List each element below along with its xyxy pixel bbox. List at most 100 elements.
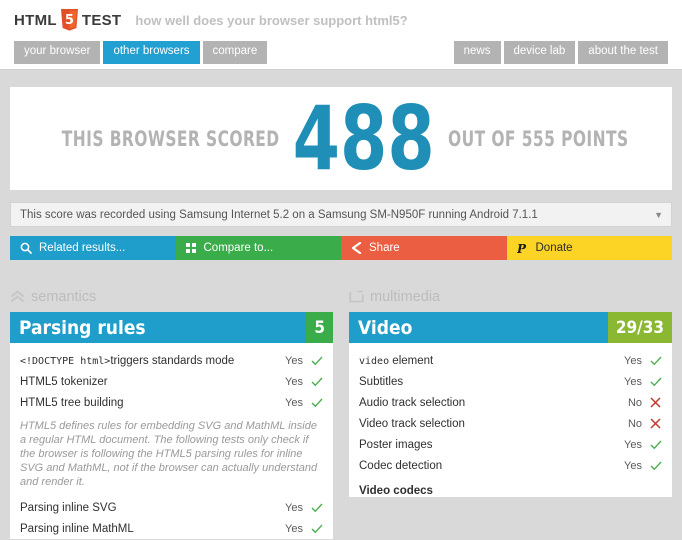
score-source-text: This score was recorded using Samsung In… [20, 208, 538, 221]
row-value: Yes [624, 354, 642, 367]
score-value: 488 [292, 86, 435, 190]
logo-text-pre: HTML [14, 11, 57, 29]
row-label: Audio track selection [359, 396, 466, 409]
primary-nav: your browser other browsers compare [14, 41, 270, 64]
check-icon [310, 524, 323, 534]
table-row: Codec detection Yes [359, 455, 662, 476]
logo-text-post: TEST [81, 11, 122, 29]
parsing-rules-note: HTML5 defines rules for embedding SVG an… [20, 420, 318, 488]
row-label: Parsing inline MathML [20, 522, 134, 535]
nav-news[interactable]: news [453, 41, 501, 64]
cross-icon [649, 397, 662, 408]
html5test-logo[interactable]: HTML 5 TEST [14, 9, 121, 31]
nav-device-lab[interactable]: device lab [503, 41, 576, 64]
score-prefix-label: THIS BROWSER SCORED [61, 126, 280, 151]
table-row: HTML5 tokenizer Yes [20, 371, 323, 392]
table-row: Parsing inline SVG Yes [20, 497, 323, 518]
row-label: Parsing inline SVG [20, 501, 117, 514]
check-icon [310, 377, 323, 387]
related-results-label: Related results... [39, 242, 126, 254]
score-source-select[interactable]: This score was recorded using Samsung In… [10, 202, 672, 227]
svg-text:P: P [517, 242, 527, 255]
row-value: Yes [285, 396, 303, 409]
section-parsing-rules-score: 5 [306, 312, 333, 343]
row-label: Video track selection [359, 417, 465, 430]
tab-compare[interactable]: compare [202, 41, 268, 64]
table-row: Parsing inline MathML Yes [20, 518, 323, 539]
row-label: Subtitles [359, 375, 404, 388]
related-results-button[interactable]: Related results... [10, 236, 176, 260]
row-code: <!DOCTYPE html> [20, 355, 111, 367]
row-code: video [359, 355, 390, 367]
column-multimedia: multimedia Video 29/33 video element Yes… [349, 288, 672, 539]
category-semantics: semantics [10, 288, 333, 306]
cross-icon [649, 418, 662, 429]
row-value: No [627, 396, 642, 409]
row-value: Yes [285, 501, 303, 514]
compare-to-button[interactable]: Compare to... [175, 236, 341, 260]
tagline: how well does your browser support html5… [135, 12, 408, 28]
check-icon [649, 461, 662, 471]
row-label: Poster images [359, 438, 433, 451]
compare-to-label: Compare to... [203, 242, 274, 254]
score-inner: THIS BROWSER SCORED 488 OUT OF 555 POINT… [14, 86, 669, 190]
row-value: No [627, 417, 642, 430]
chevron-down-icon: ▼ [654, 209, 663, 220]
html5-shield-icon: 5 [60, 9, 79, 31]
page-header: HTML 5 TEST how well does your browser s… [0, 0, 682, 70]
results-columns: semantics Parsing rules 5 <!DOCTYPE html… [10, 288, 672, 539]
page-content: THIS BROWSER SCORED 488 OUT OF 555 POINT… [0, 87, 682, 539]
section-video-score: 29/33 [607, 312, 672, 343]
row-label: <!DOCTYPE html>triggers standards mode [20, 355, 285, 367]
row-spacer [20, 343, 323, 350]
section-video[interactable]: Video 29/33 [349, 312, 672, 343]
double-chevron-up-icon [10, 290, 25, 304]
nav-about-the-test[interactable]: about the test [578, 41, 668, 64]
table-row: Poster images Yes [359, 434, 662, 455]
score-panel: THIS BROWSER SCORED 488 OUT OF 555 POINT… [10, 87, 672, 190]
check-icon [310, 398, 323, 408]
category-multimedia: multimedia [349, 288, 672, 306]
brand-line: HTML 5 TEST how well does your browser s… [14, 8, 668, 32]
paypal-icon: P [517, 242, 529, 255]
secondary-nav: news device lab about the test [451, 41, 668, 64]
table-row: video element Yes [359, 350, 662, 371]
section-parsing-rules[interactable]: Parsing rules 5 [10, 312, 333, 343]
table-row: Subtitles Yes [359, 371, 662, 392]
share-label: Share [369, 242, 400, 254]
row-value: Yes [624, 438, 642, 451]
table-row: Video track selection No [359, 413, 662, 434]
table-row: HTML5 tree building Yes [20, 392, 323, 413]
check-icon [649, 356, 662, 366]
check-icon [649, 440, 662, 450]
row-label-text: element [389, 354, 434, 367]
row-value: Yes [285, 354, 303, 367]
row-value: Yes [285, 522, 303, 535]
svg-text:5: 5 [65, 13, 74, 28]
tab-other-browsers[interactable]: other browsers [103, 41, 200, 64]
category-multimedia-label: multimedia [370, 289, 441, 305]
video-codecs-subheading: Video codecs [359, 485, 433, 497]
check-icon [310, 503, 323, 513]
grid-icon [185, 242, 197, 254]
row-label: Codec detection [359, 459, 443, 472]
search-icon [20, 242, 32, 254]
row-label: video element [359, 355, 624, 367]
share-button[interactable]: Share [341, 236, 507, 260]
monitor-icon [349, 290, 364, 304]
category-semantics-label: semantics [31, 289, 97, 305]
score-suffix-label: OUT OF 555 POINTS [448, 126, 629, 151]
column-semantics: semantics Parsing rules 5 <!DOCTYPE html… [10, 288, 333, 539]
section-video-title: Video [358, 316, 413, 339]
tab-your-browser[interactable]: your browser [14, 41, 101, 64]
row-label: HTML5 tree building [20, 396, 124, 409]
action-bar: Related results... Compare to... Share P… [10, 236, 672, 260]
row-value: Yes [624, 375, 642, 388]
row-value: Yes [624, 459, 642, 472]
panel-video: video element Yes Subtitles Yes Audio tr… [349, 343, 672, 497]
table-row: <!DOCTYPE html>triggers standards mode Y… [20, 350, 323, 371]
panel-parsing-rules: <!DOCTYPE html>triggers standards mode Y… [10, 343, 333, 539]
donate-button[interactable]: P Donate [506, 236, 672, 260]
row-value: Yes [285, 375, 303, 388]
donate-label: Donate [535, 242, 573, 254]
